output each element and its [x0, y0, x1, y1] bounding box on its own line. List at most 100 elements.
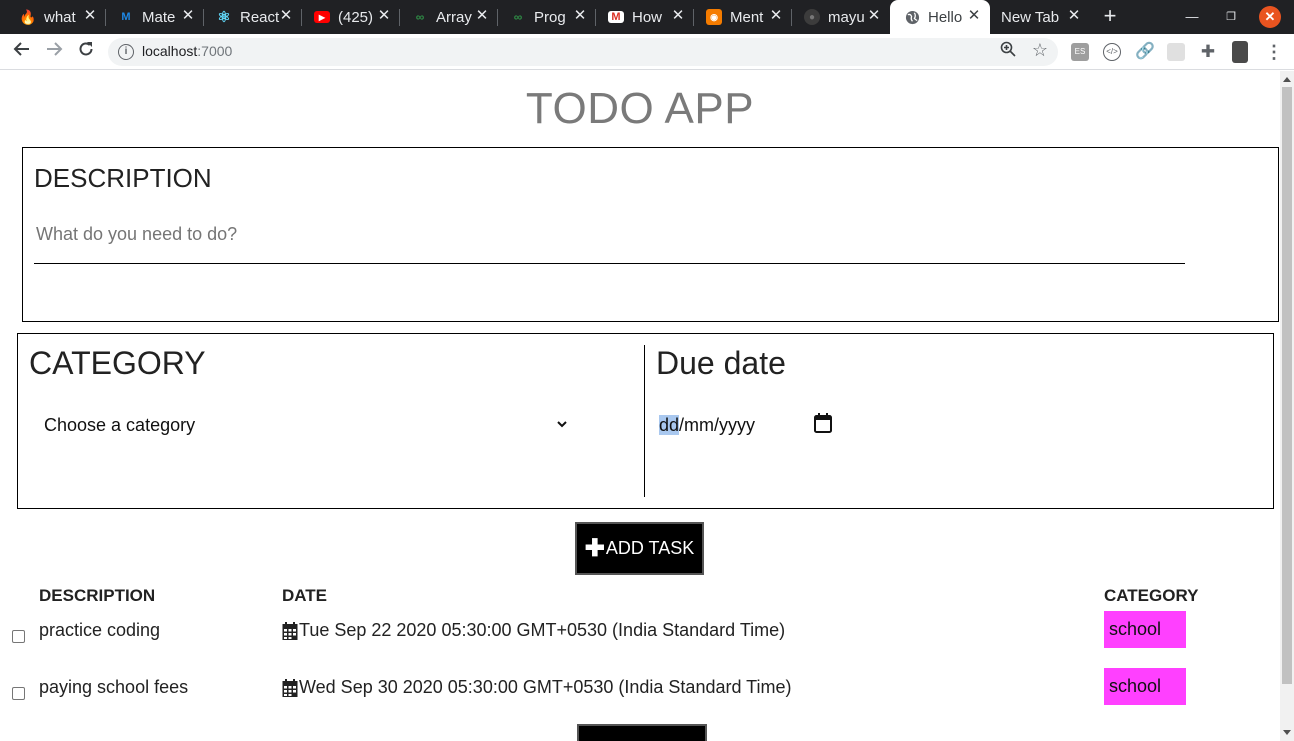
profile-avatar[interactable]: [1232, 41, 1248, 63]
tab-title: (425): [338, 8, 374, 26]
tab-title: Mate: [142, 8, 176, 26]
close-tab-icon[interactable]: ✕: [376, 8, 392, 24]
due-date-input[interactable]: dd/mm/yyyy: [659, 412, 839, 438]
task-date: Tue Sep 22 2020 05:30:00 GMT+0530 (India…: [282, 620, 785, 641]
back-arrow-icon[interactable]: [10, 40, 34, 64]
restore-icon[interactable]: ❐: [1220, 6, 1242, 28]
scroll-down-arrow[interactable]: [1283, 730, 1291, 735]
close-tab-icon[interactable]: ✕: [768, 8, 784, 24]
tab-title: Prog: [534, 8, 566, 26]
scroll-up-arrow[interactable]: [1283, 77, 1291, 82]
chevron-down-icon: [556, 409, 568, 441]
tab-title: Ment: [730, 8, 764, 26]
extension-grid-icon[interactable]: [1167, 43, 1185, 61]
close-tab-icon[interactable]: ✕: [966, 8, 982, 24]
delete-task-button[interactable]: [577, 724, 707, 741]
close-tab-icon[interactable]: ✕: [866, 8, 882, 24]
category-label: CATEGORY: [29, 345, 206, 381]
forward-arrow-icon[interactable]: [42, 40, 66, 64]
task-checkbox[interactable]: [12, 630, 25, 643]
tab-title: Hello: [928, 8, 963, 26]
add-task-label: ADD TASK: [605, 538, 695, 558]
browser-tab[interactable]: ∞ Prog ✕: [490, 0, 596, 34]
close-tab-icon[interactable]: ✕: [1066, 8, 1082, 24]
tab-title: mayu: [828, 8, 865, 26]
extensions-puzzle-icon[interactable]: ✚: [1199, 43, 1217, 61]
close-tab-icon[interactable]: ✕: [474, 8, 490, 24]
tab-title: Array: [436, 8, 472, 26]
site-info-icon[interactable]: i: [118, 44, 134, 60]
extension-es-icon[interactable]: ES: [1071, 43, 1089, 61]
react-icon: ⚛: [217, 9, 231, 26]
add-task-button[interactable]: ✚ ADD TASK: [575, 522, 704, 575]
link-icon[interactable]: 🔗: [1135, 43, 1155, 61]
close-tab-icon[interactable]: ✕: [670, 8, 686, 24]
browser-tab[interactable]: ⚛ React ✕: [196, 0, 302, 34]
browser-tab[interactable]: ● mayu ✕: [784, 0, 890, 34]
plus-icon: ✚: [584, 534, 605, 562]
task-date-text: Wed Sep 30 2020 05:30:00 GMT+0530 (India…: [299, 677, 792, 697]
youtube-icon: ▶: [314, 11, 330, 23]
gfg-icon: ∞: [513, 10, 523, 24]
page-content: TODO APP DESCRIPTION CATEGORY Choose a c…: [0, 71, 1280, 741]
browser-tab[interactable]: M Mate ✕: [98, 0, 204, 34]
new-tab-button[interactable]: +: [1100, 5, 1120, 27]
reload-icon[interactable]: [74, 40, 98, 64]
calendar-icon: [282, 621, 298, 640]
close-tab-icon[interactable]: ✕: [180, 8, 196, 24]
due-date-label: Due date: [656, 345, 786, 381]
extension-code-icon[interactable]: </>: [1103, 43, 1121, 61]
minimize-icon[interactable]: —: [1181, 6, 1203, 28]
window-close-icon[interactable]: ✕: [1259, 6, 1281, 28]
task-date-text: Tue Sep 22 2020 05:30:00 GMT+0530 (India…: [299, 620, 786, 640]
header-description: DESCRIPTION: [39, 586, 156, 605]
date-rest-segment[interactable]: /mm/yyyy: [679, 415, 755, 435]
page-scrollbar[interactable]: [1280, 71, 1294, 741]
app-title: TODO APP: [525, 84, 755, 133]
url-text: localhost:7000: [142, 43, 233, 59]
browser-tab-strip: 🔥 what ✕ M Mate ✕ ⚛ React ✕ ▶ (425) ✕ ∞ …: [0, 0, 1294, 34]
description-section: DESCRIPTION: [22, 147, 1279, 322]
task-date: Wed Sep 30 2020 05:30:00 GMT+0530 (India…: [282, 677, 791, 698]
close-tab-icon[interactable]: ✕: [82, 8, 98, 24]
date-day-segment[interactable]: dd: [659, 415, 680, 435]
browser-tab[interactable]: 🔥 what ✕: [0, 0, 106, 34]
browser-tab[interactable]: ▶ (425) ✕: [294, 0, 400, 34]
browser-tab[interactable]: M How ✕: [588, 0, 694, 34]
header-date: DATE: [282, 586, 328, 605]
tab-title: React: [240, 8, 280, 26]
gmail-icon: M: [608, 11, 624, 23]
browser-tab[interactable]: ◉ Ment ✕: [686, 0, 792, 34]
tab-title: what: [44, 8, 76, 26]
browser-tab[interactable]: New Tab ✕: [990, 0, 1090, 34]
category-select-value: Choose a category: [44, 415, 196, 435]
tab-title: New Tab: [1001, 8, 1060, 26]
browser-toolbar: i localhost:7000 ☆ ES </> 🔗 ✚ ⋮: [0, 34, 1294, 70]
address-bar[interactable]: i localhost:7000 ☆: [108, 38, 1058, 66]
close-tab-icon[interactable]: ✕: [278, 8, 294, 24]
robot-icon: ◉: [706, 9, 722, 25]
header-category: CATEGORY: [1104, 586, 1199, 605]
bookmark-star-icon[interactable]: ☆: [1032, 40, 1048, 61]
task-checkbox[interactable]: [12, 687, 25, 700]
tab-title: How: [632, 8, 663, 26]
menu-kebab-icon[interactable]: ⋮: [1262, 40, 1286, 64]
description-input[interactable]: [34, 206, 1185, 264]
gfg-icon: ∞: [415, 10, 425, 24]
browser-tab[interactable]: ∞ Array ✕: [392, 0, 498, 34]
task-description: practice coding: [39, 620, 161, 640]
description-label: DESCRIPTION: [34, 163, 212, 193]
close-tab-icon[interactable]: ✕: [572, 8, 588, 24]
scrollbar-thumb[interactable]: [1282, 87, 1292, 684]
category-badge: school: [1104, 611, 1186, 648]
section-divider: [644, 345, 645, 497]
browser-tab-active[interactable]: Hello ✕: [890, 0, 990, 34]
zoom-icon[interactable]: [1000, 41, 1016, 62]
category-select[interactable]: Choose a category: [34, 409, 567, 441]
calendar-icon: [282, 678, 298, 697]
task-description: paying school fees: [39, 677, 189, 697]
flame-icon: 🔥: [19, 8, 37, 25]
category-badge: school: [1104, 668, 1186, 705]
calendar-icon[interactable]: [814, 413, 832, 433]
globe-icon: [904, 9, 920, 25]
